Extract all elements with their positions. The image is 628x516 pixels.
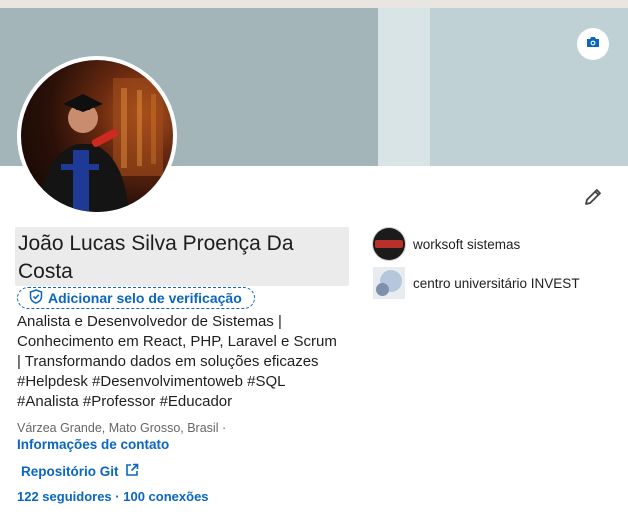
banner-stripe <box>378 8 430 166</box>
top-divider <box>0 0 628 8</box>
edit-banner-button[interactable] <box>577 28 609 60</box>
pencil-icon <box>583 187 603 212</box>
avatar-photo <box>21 60 173 212</box>
profile-avatar[interactable] <box>17 56 177 216</box>
camera-icon <box>586 35 600 53</box>
connections-link[interactable]: 100 conexões <box>123 489 208 504</box>
contact-info-link[interactable]: Informações de contato <box>17 437 169 452</box>
git-link-label: Repositório Git <box>21 464 119 479</box>
profile-name: João Lucas Silva Proença Da Costa <box>18 232 294 283</box>
shield-check-icon <box>29 289 43 307</box>
org-item-worksoft[interactable]: worksoft sistemas <box>373 228 520 260</box>
verify-label: Adicionar selo de verificação <box>48 290 242 306</box>
org-name: centro universitário INVEST <box>413 275 580 291</box>
org-item-invest[interactable]: centro universitário INVEST <box>373 267 580 299</box>
add-verification-button[interactable]: Adicionar selo de verificação <box>17 287 255 309</box>
git-repository-link[interactable]: Repositório Git <box>21 463 139 480</box>
profile-headline: Analista e Desenvolvedor de Sistemas | C… <box>17 313 337 410</box>
worksoft-logo <box>373 228 405 260</box>
stats-separator: · <box>115 489 120 504</box>
network-stats: 122 seguidores · 100 conexões <box>17 489 209 504</box>
profile-card: João Lucas Silva Proença Da Costa Adicio… <box>0 0 628 516</box>
profile-location: Várzea Grande, Mato Grosso, Brasil · <box>17 421 227 435</box>
invest-logo <box>373 267 405 299</box>
external-link-icon <box>125 463 139 480</box>
edit-profile-button[interactable] <box>578 184 608 214</box>
followers-link[interactable]: 122 seguidores <box>17 489 112 504</box>
org-name: worksoft sistemas <box>413 236 521 252</box>
